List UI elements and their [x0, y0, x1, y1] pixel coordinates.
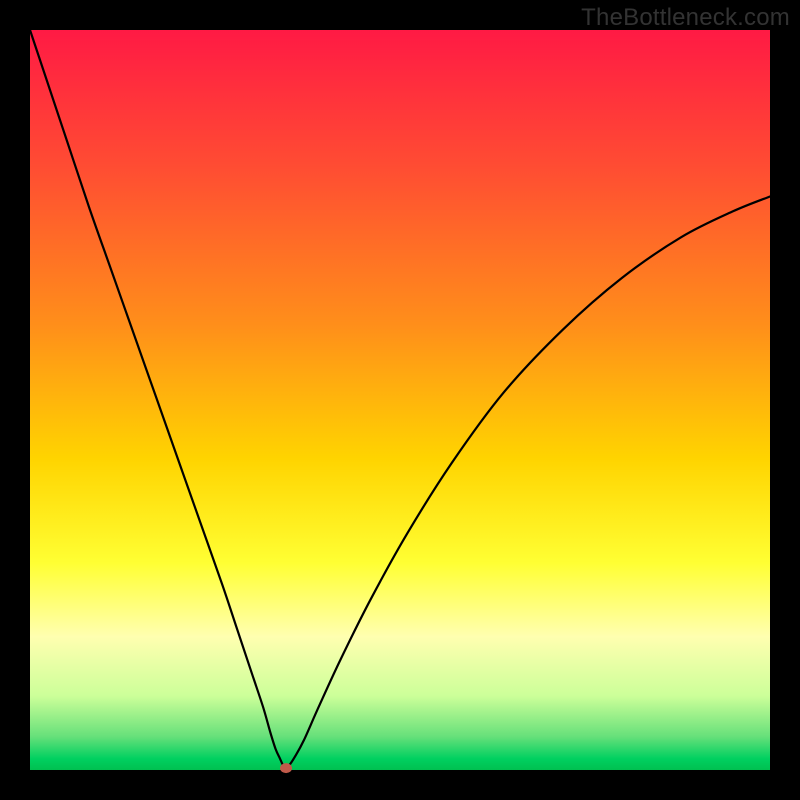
minimum-marker [280, 763, 292, 773]
bottleneck-chart [0, 0, 800, 800]
watermark-text: TheBottleneck.com [581, 4, 790, 32]
chart-container: TheBottleneck.com [0, 0, 800, 800]
plot-background [30, 30, 770, 770]
